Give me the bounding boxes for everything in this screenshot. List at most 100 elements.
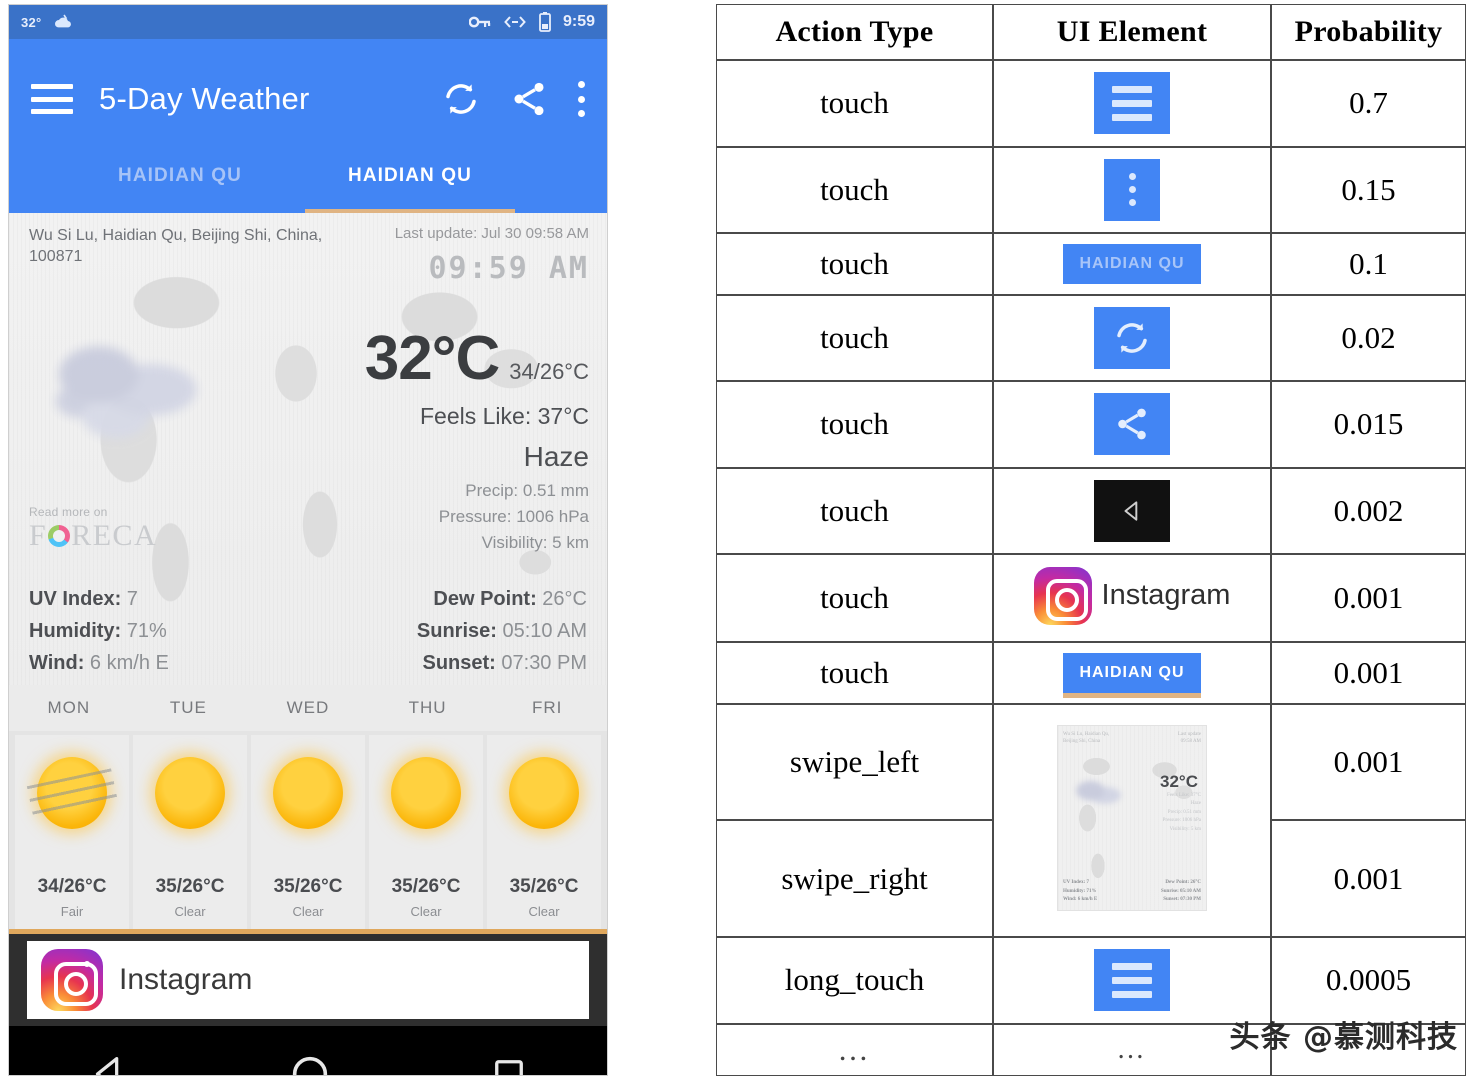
- forecast-day-label: WED: [286, 698, 330, 717]
- cell-probability: 0.001: [1271, 820, 1466, 937]
- cell-ui-element[interactable]: [993, 146, 1271, 234]
- header-probability: Probability: [1271, 4, 1466, 60]
- forecast-card[interactable]: 35/26°C Clear: [133, 735, 247, 929]
- cell-ui-element[interactable]: [993, 936, 1271, 1024]
- forecast-condition: Clear: [292, 904, 324, 919]
- cell-ui-element[interactable]: HAIDIAN QU: [993, 233, 1271, 295]
- table-row: touch HAIDIAN QU 0.1: [716, 233, 1466, 295]
- table-row: touch 0.015: [716, 381, 1466, 468]
- cell-action-type: touch: [716, 554, 993, 643]
- foreca-logo: F RECA: [29, 519, 157, 553]
- cell-probability: 0.7: [1271, 60, 1466, 147]
- forecast-condition: Clear: [528, 904, 560, 919]
- current-weather-panel[interactable]: Wu Si Lu, Haidian Qu, Beijing Shi, China…: [9, 213, 607, 685]
- action-probability-table-wrapper: Action Type UI Element Probability touch…: [716, 4, 1466, 1076]
- recents-nav-icon[interactable]: [488, 1053, 530, 1076]
- hamburger-icon[interactable]: [31, 84, 73, 114]
- ad-banner[interactable]: Instagram: [9, 934, 607, 1026]
- forecast-day-label: THU: [408, 698, 447, 717]
- cell-action-type: touch: [716, 60, 993, 147]
- table-header-row: Action Type UI Element Probability: [716, 4, 1466, 60]
- precip-text: Precip: 0.51 mm: [465, 481, 589, 500]
- weather-stats-grid: UV Index: 7 Humidity: 71% Wind: 6 km/h E…: [9, 583, 607, 679]
- forecast-card[interactable]: 35/26°C Clear: [251, 735, 365, 929]
- cell-ui-element[interactable]: [993, 381, 1271, 468]
- cell-probability: 0.0005: [1271, 936, 1466, 1024]
- cell-ui-element[interactable]: [993, 294, 1271, 382]
- thumbnail-last-update: Last update 09:58 AM: [1177, 731, 1201, 745]
- humidity-label: Humidity:: [29, 620, 122, 642]
- wind-row: Wind: 6 km/h E: [29, 647, 169, 679]
- forecast-card[interactable]: 34/26°C Fair: [15, 735, 129, 929]
- instagram-label: Instagram: [1101, 579, 1231, 612]
- forecast-cards: 34/26°C Fair 35/26°C Clear 35/26°C Clear…: [9, 731, 607, 929]
- ad-label: Instagram: [119, 963, 253, 996]
- cell-probability: 0.1: [1271, 233, 1466, 295]
- refresh-icon[interactable]: [441, 79, 481, 119]
- instagram-ad-element[interactable]: Instagram: [1033, 566, 1231, 625]
- table-row: touch 0.002: [716, 467, 1466, 555]
- home-nav-icon[interactable]: [287, 1051, 333, 1076]
- foreca-brand-a: F: [29, 519, 48, 552]
- back-nav-icon[interactable]: [1094, 480, 1170, 543]
- hamburger-icon[interactable]: [1094, 949, 1170, 1012]
- haze-condition-icon: [17, 291, 232, 481]
- last-update-text: Last update: Jul 30 09:58 AM: [394, 225, 589, 242]
- tab-chip-active[interactable]: HAIDIAN QU: [1063, 652, 1201, 698]
- tab-chip-inactive[interactable]: HAIDIAN QU: [1063, 243, 1201, 284]
- cell-probability: 0.015: [1271, 381, 1466, 468]
- thumbnail-location: Wu Si Lu, Haidian Qu, Beijing Shi, China: [1063, 731, 1110, 745]
- feels-like-text: Feels Like: 37°C: [420, 403, 589, 429]
- android-nav-bar: [9, 1026, 607, 1076]
- cell-probability: 0.02: [1271, 294, 1466, 382]
- cell-ui-element[interactable]: HAIDIAN QU: [993, 642, 1271, 704]
- share-icon[interactable]: [1094, 393, 1170, 456]
- screen-thumbnail[interactable]: Wu Si Lu, Haidian Qu, Beijing Shi, China …: [1057, 724, 1207, 911]
- tab-haidian-qu-active[interactable]: HAIDIAN QU: [295, 159, 525, 215]
- header-action-type: Action Type: [716, 4, 993, 60]
- share-icon[interactable]: [509, 79, 549, 119]
- tab-bar: HAIDIAN QU HAIDIAN QU: [9, 159, 607, 215]
- forecast-card[interactable]: 35/26°C Clear: [369, 735, 483, 929]
- kebab-menu-icon[interactable]: [1104, 158, 1160, 221]
- cell-ui-element-screen[interactable]: Wu Si Lu, Haidian Qu, Beijing Shi, China …: [993, 703, 1271, 937]
- thumbnail-stats-left: UV Index: 7 Humidity: 71% Wind: 6 km/h E: [1063, 880, 1098, 903]
- forecast-temps: 35/26°C: [509, 876, 579, 897]
- cell-action-type: long_touch: [716, 936, 993, 1024]
- forecast-day-label: MON: [47, 698, 91, 717]
- key-icon: [468, 16, 491, 28]
- instagram-icon: [41, 949, 103, 1011]
- table-row: touch 0.7: [716, 60, 1466, 147]
- thumbnail-details: Feels Like: 37°C Haze Precip: 0.51 mm Press…: [1162, 792, 1201, 832]
- dew-point-label: Dew Point:: [433, 588, 537, 610]
- action-probability-table: Action Type UI Element Probability touch…: [716, 4, 1466, 1076]
- hamburger-icon[interactable]: [1094, 72, 1170, 135]
- high-low-temperature: 34/26°C: [509, 359, 589, 384]
- cell-ui-element[interactable]: Instagram: [993, 554, 1271, 643]
- page-title: 5-Day Weather: [99, 81, 310, 116]
- cell-probability: 0.002: [1271, 467, 1466, 555]
- cell-action-type: touch: [716, 467, 993, 555]
- back-nav-icon[interactable]: [86, 1051, 132, 1076]
- forecast-card[interactable]: 35/26°C Clear: [487, 735, 601, 929]
- cell-ui-element[interactable]: [993, 467, 1271, 555]
- thumbnail-temperature: 32°C: [1160, 771, 1198, 791]
- table-row: swipe_left Wu Si Lu, Haidian Qu, Beijing …: [716, 703, 1466, 937]
- cell-probability: 0.001: [1271, 554, 1466, 643]
- status-clock: 9:59: [562, 13, 595, 30]
- cell-ui-element[interactable]: [993, 60, 1271, 147]
- cell-action-type: swipe_right: [716, 820, 993, 937]
- cell-probability: 0.001: [1271, 642, 1466, 704]
- cell-action-type: touch: [716, 146, 993, 234]
- dew-point-value: 26°C: [536, 588, 587, 610]
- instagram-icon: [1033, 566, 1092, 625]
- kebab-menu-icon[interactable]: [577, 81, 585, 117]
- foreca-attribution[interactable]: Read more on F RECA: [29, 505, 157, 553]
- tab-haidian-qu-inactive[interactable]: HAIDIAN QU: [65, 159, 295, 213]
- read-more-label: Read more on: [29, 505, 108, 519]
- forecast-temps: 35/26°C: [155, 876, 225, 897]
- refresh-icon[interactable]: [1094, 306, 1170, 369]
- forecast-day-label: TUE: [169, 698, 207, 717]
- table-row: long_touch 0.0005: [716, 936, 1466, 1024]
- battery-icon: [539, 12, 551, 32]
